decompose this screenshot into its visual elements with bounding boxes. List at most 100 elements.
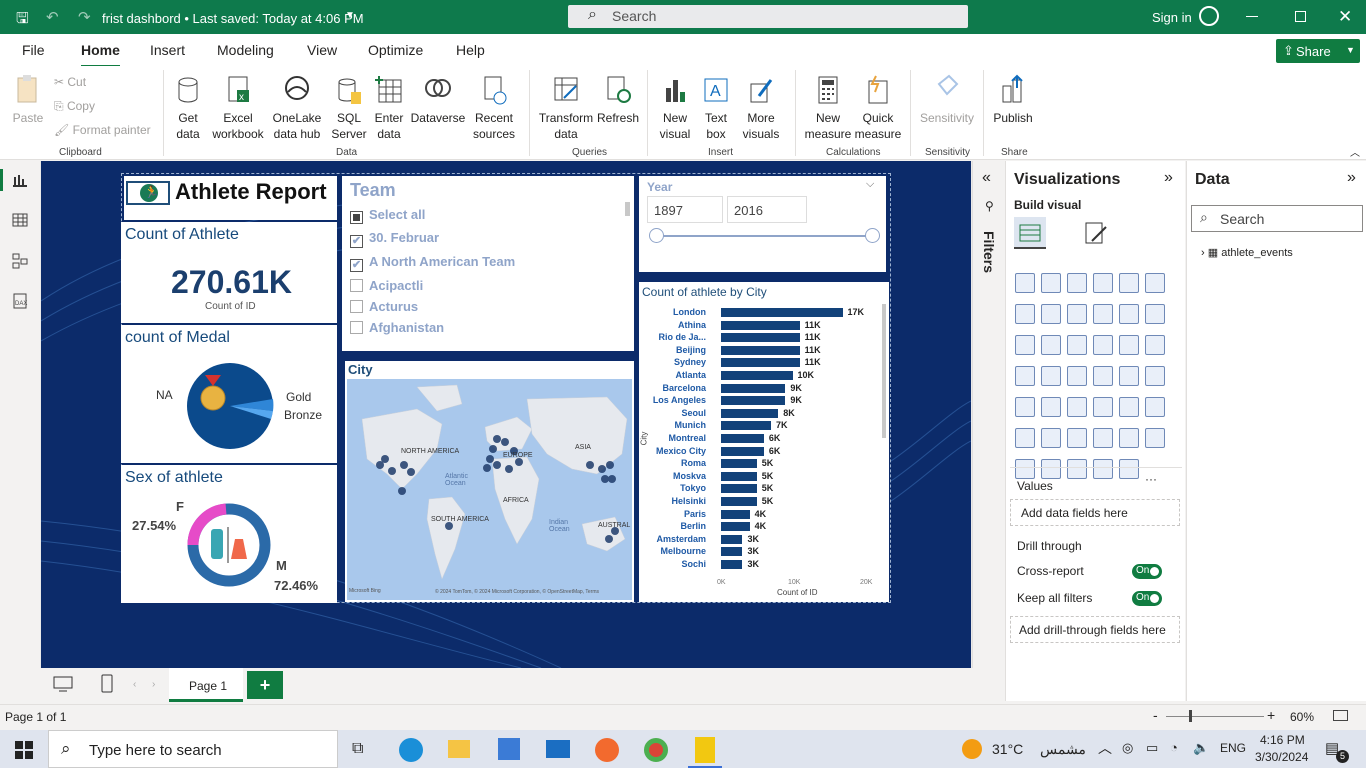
slicer-icon[interactable]: [1041, 397, 1061, 417]
chart-scrollbar[interactable]: [882, 304, 886, 438]
chevron-visual-icon[interactable]: [1119, 459, 1139, 479]
multi-row-card-icon[interactable]: [1145, 366, 1165, 386]
paginated-report-icon[interactable]: [1119, 428, 1139, 448]
power-bi-icon[interactable]: [695, 737, 715, 763]
city-map-card[interactable]: City NORTH AMERICA EUROPE ASIA AFRICA SO…: [345, 361, 634, 602]
stacked-column-icon[interactable]: [1041, 273, 1061, 293]
zoom-in-icon[interactable]: +: [1267, 707, 1275, 723]
undo-icon[interactable]: ↶: [46, 8, 59, 26]
mail-icon[interactable]: [546, 740, 570, 758]
temperature[interactable]: 31°C: [992, 741, 1023, 757]
waterfall-icon[interactable]: [1015, 335, 1035, 355]
build-visual-tab[interactable]: [1014, 217, 1046, 249]
zoom-level[interactable]: 60%: [1290, 710, 1314, 724]
share-button[interactable]: ⇪ Share ▼: [1276, 39, 1360, 63]
bar[interactable]: [721, 534, 743, 544]
pie-chart-icon[interactable]: [1093, 335, 1113, 355]
collapse-left-icon[interactable]: «: [982, 169, 991, 187]
kpi-icon[interactable]: [1015, 397, 1035, 417]
menu-modeling[interactable]: Modeling: [217, 42, 274, 58]
task-view-icon[interactable]: ⧉: [352, 740, 363, 758]
filters-pane[interactable]: « ⚲ Filters: [972, 161, 1005, 668]
tab-page-1[interactable]: Page 1: [169, 668, 243, 702]
zoom-slider[interactable]: [1166, 716, 1264, 717]
bar[interactable]: [721, 408, 779, 418]
model-view-icon[interactable]: [12, 253, 28, 269]
sensitivity-button[interactable]: Sensitivity: [917, 74, 977, 126]
table-view-icon[interactable]: [12, 213, 28, 227]
copy-button[interactable]: ⎘ Copy: [54, 98, 95, 114]
text-box-button[interactable]: A Text box: [697, 74, 735, 142]
enter-data-button[interactable]: Enter data: [370, 74, 408, 142]
bar[interactable]: [721, 421, 772, 431]
collapse-right-icon[interactable]: »: [1164, 169, 1173, 187]
slicer-item-afghanistan[interactable]: Afghanistan: [350, 320, 622, 335]
bar[interactable]: [721, 509, 750, 519]
next-page-icon[interactable]: ›: [152, 679, 155, 690]
mobile-layout-icon[interactable]: [101, 674, 113, 694]
format-painter-button[interactable]: 🖌 Format painter: [54, 122, 151, 138]
cut-button[interactable]: ✂ Cut: [54, 74, 86, 90]
chevron-down-icon[interactable]: ▼: [345, 10, 355, 21]
bar[interactable]: [721, 459, 757, 469]
menu-file[interactable]: File: [22, 42, 45, 58]
azure-map-icon[interactable]: [1067, 366, 1087, 386]
bar[interactable]: [721, 560, 743, 569]
line-clustered-icon[interactable]: [1119, 304, 1139, 324]
line-chart-icon[interactable]: [1015, 304, 1035, 324]
power-apps-icon[interactable]: [1145, 428, 1165, 448]
bar[interactable]: [721, 497, 757, 506]
drill-through-well[interactable]: Add drill-through fields here: [1010, 616, 1180, 643]
range-handle-start[interactable]: [649, 228, 664, 243]
bar[interactable]: [721, 484, 757, 494]
battery-icon[interactable]: ▭: [1146, 740, 1158, 756]
collapse-right-icon[interactable]: »: [1347, 169, 1356, 187]
map-credit[interactable]: © 2024 TomTom, © 2024 Microsoft Corporat…: [435, 589, 599, 595]
clock-date[interactable]: 3/30/2024: [1255, 750, 1308, 764]
world-map[interactable]: [347, 379, 632, 600]
volume-icon[interactable]: 🔈: [1193, 740, 1209, 756]
r-visual-icon[interactable]: [1119, 397, 1139, 417]
clock-time[interactable]: 4:16 PM: [1260, 733, 1305, 747]
checkbox-checked[interactable]: ✔: [350, 259, 363, 272]
close-icon[interactable]: ✕: [1338, 7, 1352, 27]
line-column-icon[interactable]: [1093, 304, 1113, 324]
format-visual-icon[interactable]: [1082, 219, 1110, 247]
more-options-icon[interactable]: ···: [1145, 472, 1165, 492]
fit-page-icon[interactable]: [1333, 710, 1348, 721]
maximize-icon[interactable]: [1295, 11, 1306, 22]
sex-donut-card[interactable]: Sex of athlete F 27.54% M 72.46%: [121, 465, 337, 603]
matrix-icon[interactable]: [1093, 397, 1113, 417]
prev-page-icon[interactable]: ‹: [133, 679, 136, 690]
bar[interactable]: [721, 333, 800, 343]
gauge-icon[interactable]: [1093, 366, 1113, 386]
language-indicator[interactable]: ENG: [1220, 741, 1246, 755]
menu-home[interactable]: Home: [81, 42, 120, 68]
file-explorer-icon[interactable]: [448, 740, 470, 758]
checkbox-partial[interactable]: [350, 211, 363, 224]
get-data-button[interactable]: Get data: [168, 74, 208, 142]
add-page-button[interactable]: +: [247, 671, 283, 699]
arcgis-icon[interactable]: [1067, 459, 1087, 479]
data-search-input[interactable]: ⌕ Search: [1191, 205, 1363, 232]
search-input[interactable]: ⌕ Search: [568, 5, 968, 28]
chevron-right-icon[interactable]: ›: [1201, 247, 1205, 259]
bar[interactable]: [721, 320, 800, 330]
clustered-bar-icon[interactable]: [1067, 273, 1087, 293]
diamond-icon[interactable]: [1093, 459, 1113, 479]
cross-report-toggle[interactable]: On: [1132, 564, 1162, 579]
menu-optimize[interactable]: Optimize: [368, 42, 423, 58]
slicer-item-select-all[interactable]: Select all: [350, 207, 622, 224]
ribbon-chart-icon[interactable]: [1145, 304, 1165, 324]
edge-icon[interactable]: [399, 738, 423, 762]
team-slicer[interactable]: Team Select all ✔ 30. Februar ✔ A North Am…: [342, 176, 634, 351]
firefox-icon[interactable]: [595, 738, 619, 762]
card-icon[interactable]: [1119, 366, 1139, 386]
slicer-item-30-februar[interactable]: ✔ 30. Februar: [350, 230, 622, 248]
minimize-icon[interactable]: [1246, 16, 1258, 17]
scatter-icon[interactable]: [1067, 335, 1087, 355]
excel-workbook-button[interactable]: x Excel workbook: [210, 74, 266, 142]
desktop-layout-icon[interactable]: [53, 676, 73, 692]
bar[interactable]: [721, 446, 764, 456]
paste-button[interactable]: Paste: [8, 74, 48, 126]
